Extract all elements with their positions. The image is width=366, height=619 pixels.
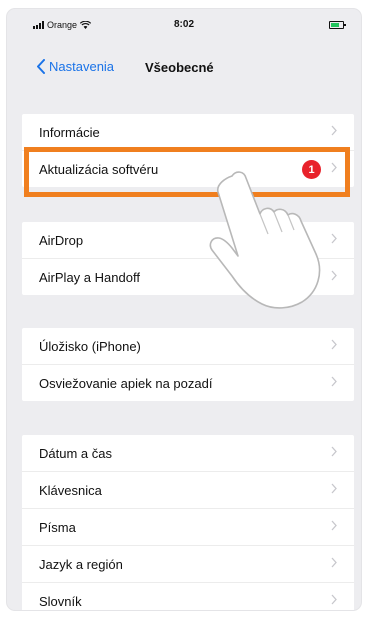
chevron-left-icon: [37, 59, 45, 74]
row-label: Jazyk a región: [39, 556, 123, 572]
row-fonts[interactable]: Písma: [22, 509, 354, 546]
chevron-right-icon: [331, 270, 337, 281]
row-label: Osviežovanie apiek na pozadí: [39, 375, 213, 391]
row-label: Písma: [39, 519, 76, 535]
phone-screen: Orange 8:02 Nastavenia Všeobecné Informá…: [7, 9, 361, 610]
row-software-update[interactable]: Aktualizácia softvéru 1: [22, 151, 354, 187]
row-airdrop[interactable]: AirDrop: [22, 222, 354, 259]
status-bar: Orange 8:02: [7, 9, 361, 31]
chevron-right-icon: [331, 594, 337, 605]
row-informacie[interactable]: Informácie: [22, 114, 354, 151]
row-label: Informácie: [39, 124, 100, 140]
settings-group-about: Informácie Aktualizácia softvéru 1: [22, 114, 354, 187]
settings-group-storage: Úložisko (iPhone) Osviežovanie apiek na …: [22, 328, 354, 401]
row-date-time[interactable]: Dátum a čas: [22, 435, 354, 472]
back-label: Nastavenia: [49, 59, 115, 74]
row-label: Slovník: [39, 593, 82, 609]
row-label: Úložisko (iPhone): [39, 338, 141, 354]
chevron-right-icon: [331, 125, 337, 136]
row-storage[interactable]: Úložisko (iPhone): [22, 328, 354, 365]
row-dictionary[interactable]: Slovník: [22, 583, 354, 610]
page-title: Všeobecné: [145, 60, 214, 75]
chevron-right-icon: [331, 520, 337, 531]
chevron-right-icon: [331, 483, 337, 494]
chevron-right-icon: [331, 162, 337, 173]
settings-group-locale: Dátum a čas Klávesnica Písma Jazyk a reg…: [22, 435, 354, 610]
battery-icon: [329, 21, 346, 29]
chevron-right-icon: [331, 233, 337, 244]
chevron-right-icon: [331, 339, 337, 350]
row-background-refresh[interactable]: Osviežovanie apiek na pozadí: [22, 365, 354, 401]
row-language-region[interactable]: Jazyk a región: [22, 546, 354, 583]
chevron-right-icon: [331, 557, 337, 568]
row-keyboard[interactable]: Klávesnica: [22, 472, 354, 509]
row-label: Dátum a čas: [39, 445, 112, 461]
navigation-bar: Nastavenia Všeobecné: [7, 51, 361, 85]
row-airplay-handoff[interactable]: AirPlay a Handoff: [22, 259, 354, 295]
back-button[interactable]: Nastavenia: [36, 59, 114, 74]
settings-group-sharing: AirDrop AirPlay a Handoff: [22, 222, 354, 295]
row-label: AirPlay a Handoff: [39, 269, 140, 285]
notification-badge: 1: [302, 160, 321, 179]
chevron-right-icon: [331, 376, 337, 387]
row-label: Aktualizácia softvéru: [39, 161, 159, 177]
row-label: AirDrop: [39, 232, 84, 248]
clock: 8:02: [173, 19, 194, 30]
chevron-right-icon: [331, 446, 337, 457]
row-label: Klávesnica: [39, 482, 102, 498]
